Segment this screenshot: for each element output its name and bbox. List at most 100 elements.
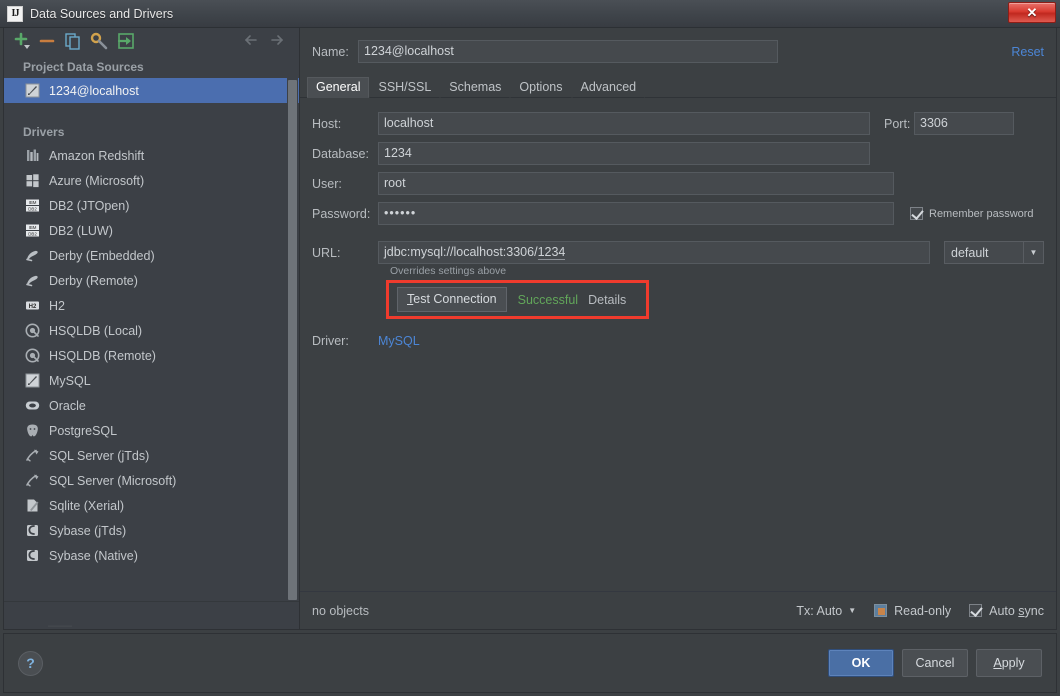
auto-sync-checkbox[interactable]: Auto sync [969, 604, 1044, 618]
user-input[interactable]: root [378, 172, 894, 195]
title-bar: IJ Data Sources and Drivers ✕ [0, 0, 1060, 28]
import-data-source-button[interactable] [116, 32, 138, 50]
apply-button[interactable]: Apply [976, 649, 1042, 677]
name-input[interactable]: 1234@localhost [358, 40, 778, 63]
driver-list-item[interactable]: SQL Server (jTds) [4, 443, 299, 468]
tab-label: Options [519, 80, 563, 94]
h2-icon: H2 [24, 298, 40, 314]
driver-list-item[interactable]: Azure (Microsoft) [4, 168, 299, 193]
read-only-label: Read-only [894, 603, 952, 618]
driver-list-item[interactable]: H2 H2 [4, 293, 299, 318]
driver-list-item-label: Oracle [49, 398, 86, 413]
add-data-source-button[interactable] [12, 32, 34, 50]
sqlite-icon [24, 498, 40, 514]
tab-label: SSH/SSL [378, 80, 432, 94]
objects-count-label: no objects [312, 603, 369, 618]
tab-ssh-ssl[interactable]: SSH/SSL [369, 77, 441, 98]
driver-list-item[interactable]: HSQLDB (Local) [4, 318, 299, 343]
remove-data-source-button[interactable] [38, 32, 60, 50]
test-connection-label: est Connection [413, 292, 497, 306]
driver-list-item-label: DB2 (JTOpen) [49, 198, 130, 213]
driver-list-item-label: DB2 (LUW) [49, 223, 113, 238]
driver-link[interactable]: MySQL [378, 334, 420, 348]
sidebar-scrollbar[interactable] [287, 54, 298, 600]
driver-list-item-label: HSQLDB (Local) [49, 323, 143, 338]
driver-list-item[interactable]: Derby (Remote) [4, 268, 299, 293]
apply-mnemonic: A [993, 656, 1002, 670]
driver-list-item-label: HSQLDB (Remote) [49, 348, 156, 363]
driver-list-item[interactable]: IBM DB2 DB2 (LUW) [4, 218, 299, 243]
nav-back-button[interactable] [243, 33, 259, 47]
azure-icon [24, 173, 40, 189]
driver-list-item[interactable]: Sqlite (Xerial) [4, 493, 299, 518]
tab-schemas[interactable]: Schemas [440, 77, 511, 98]
help-icon[interactable]: ? [18, 650, 43, 676]
data-sources-tree[interactable]: Project Data Sources 1234@localhost Driv… [4, 54, 299, 629]
tab-options[interactable]: Options [510, 77, 572, 98]
database-input[interactable]: 1234 [378, 142, 870, 165]
svg-text:DB2: DB2 [28, 232, 37, 237]
db2-icon: IBM DB2 [24, 198, 40, 214]
driver-list-item-label: Sybase (jTds) [49, 523, 127, 538]
drivers-list[interactable]: Amazon Redshift Azure (Microsoft) IBM DB2 DB… [4, 143, 299, 568]
url-database-segment: 1234 [537, 245, 566, 260]
sybase-icon [24, 548, 40, 564]
url-input[interactable]: jdbc:mysql://localhost:3306/1234 [378, 241, 930, 264]
driver-properties-button[interactable] [90, 32, 112, 50]
tab-general[interactable]: General [307, 77, 370, 98]
derby-icon [24, 273, 40, 289]
ok-button[interactable]: OK [828, 649, 894, 677]
driver-list-item[interactable]: Oracle [4, 393, 299, 418]
window-title: Data Sources and Drivers [30, 6, 174, 21]
user-label: User: [312, 176, 342, 191]
sidebar-clipped-text: ―― [48, 618, 83, 629]
driver-list-item[interactable]: Derby (Embedded) [4, 243, 299, 268]
driver-list-item[interactable]: IBM DB2 DB2 (JTOpen) [4, 193, 299, 218]
user-row: User: root [312, 172, 1044, 195]
test-connection-button[interactable]: Test Connection [397, 287, 507, 312]
sqlserver-icon [24, 473, 40, 489]
general-tab-form: Host: localhost Port: 3306 Database: 123… [300, 98, 1056, 591]
sidebar-scrollbar-thumb[interactable] [288, 80, 297, 600]
host-label: Host: [312, 116, 342, 131]
driver-list-item[interactable]: Sybase (jTds) [4, 518, 299, 543]
read-only-checkbox[interactable]: Read-only [874, 604, 951, 618]
svg-text:IBM: IBM [28, 225, 36, 230]
data-sources-panel: Project Data Sources 1234@localhost Driv… [3, 28, 300, 630]
drivers-group-label: Drivers [23, 125, 65, 139]
url-row: URL: jdbc:mysql://localhost:3306/1234 de… [312, 241, 1044, 264]
tab-label: General [316, 80, 361, 94]
auto-sync-label: Auto sync [989, 603, 1044, 618]
driver-list-item[interactable]: HSQLDB (Remote) [4, 343, 299, 368]
driver-list-item[interactable]: SQL Server (Microsoft) [4, 468, 299, 493]
password-row: Password: •••••• Remember password [312, 202, 1044, 225]
remember-password-checkbox[interactable]: Remember password [910, 207, 1034, 220]
driver-list-item[interactable]: MySQL [4, 368, 299, 393]
auto-sync-mnemonic: s [1018, 603, 1025, 618]
sidebar-item-label: 1234@localhost [49, 83, 139, 98]
close-icon[interactable]: ✕ [1008, 2, 1056, 23]
chevron-down-icon[interactable]: ▼ [1024, 241, 1044, 264]
transaction-mode-select[interactable]: Tx: Auto ▼ [796, 604, 856, 618]
duplicate-data-source-button[interactable] [64, 32, 86, 50]
url-scheme-select[interactable]: default [944, 241, 1024, 264]
database-row: Database: 1234 [312, 142, 1044, 165]
reset-link[interactable]: Reset [1011, 45, 1044, 59]
svg-text:IBM: IBM [28, 200, 36, 205]
oracle-icon [24, 398, 40, 414]
settings-tabs[interactable]: General SSH/SSL Schemas Options Advanced [300, 75, 1056, 98]
host-row: Host: localhost Port: 3306 [312, 112, 1044, 135]
driver-list-item-label: PostgreSQL [49, 423, 118, 438]
tab-advanced[interactable]: Advanced [571, 77, 646, 98]
host-input[interactable]: localhost [378, 112, 870, 135]
dialog-body: Project Data Sources 1234@localhost Driv… [0, 28, 1060, 630]
driver-list-item[interactable]: Sybase (Native) [4, 543, 299, 568]
driver-list-item[interactable]: Amazon Redshift [4, 143, 299, 168]
driver-list-item[interactable]: PostgreSQL [4, 418, 299, 443]
port-input[interactable]: 3306 [914, 112, 1014, 135]
nav-forward-button[interactable] [269, 33, 285, 47]
cancel-button[interactable]: Cancel [902, 649, 968, 677]
details-link[interactable]: Details [588, 293, 626, 307]
sidebar-item-1234-localhost[interactable]: 1234@localhost [4, 78, 299, 103]
password-input[interactable]: •••••• [378, 202, 894, 225]
